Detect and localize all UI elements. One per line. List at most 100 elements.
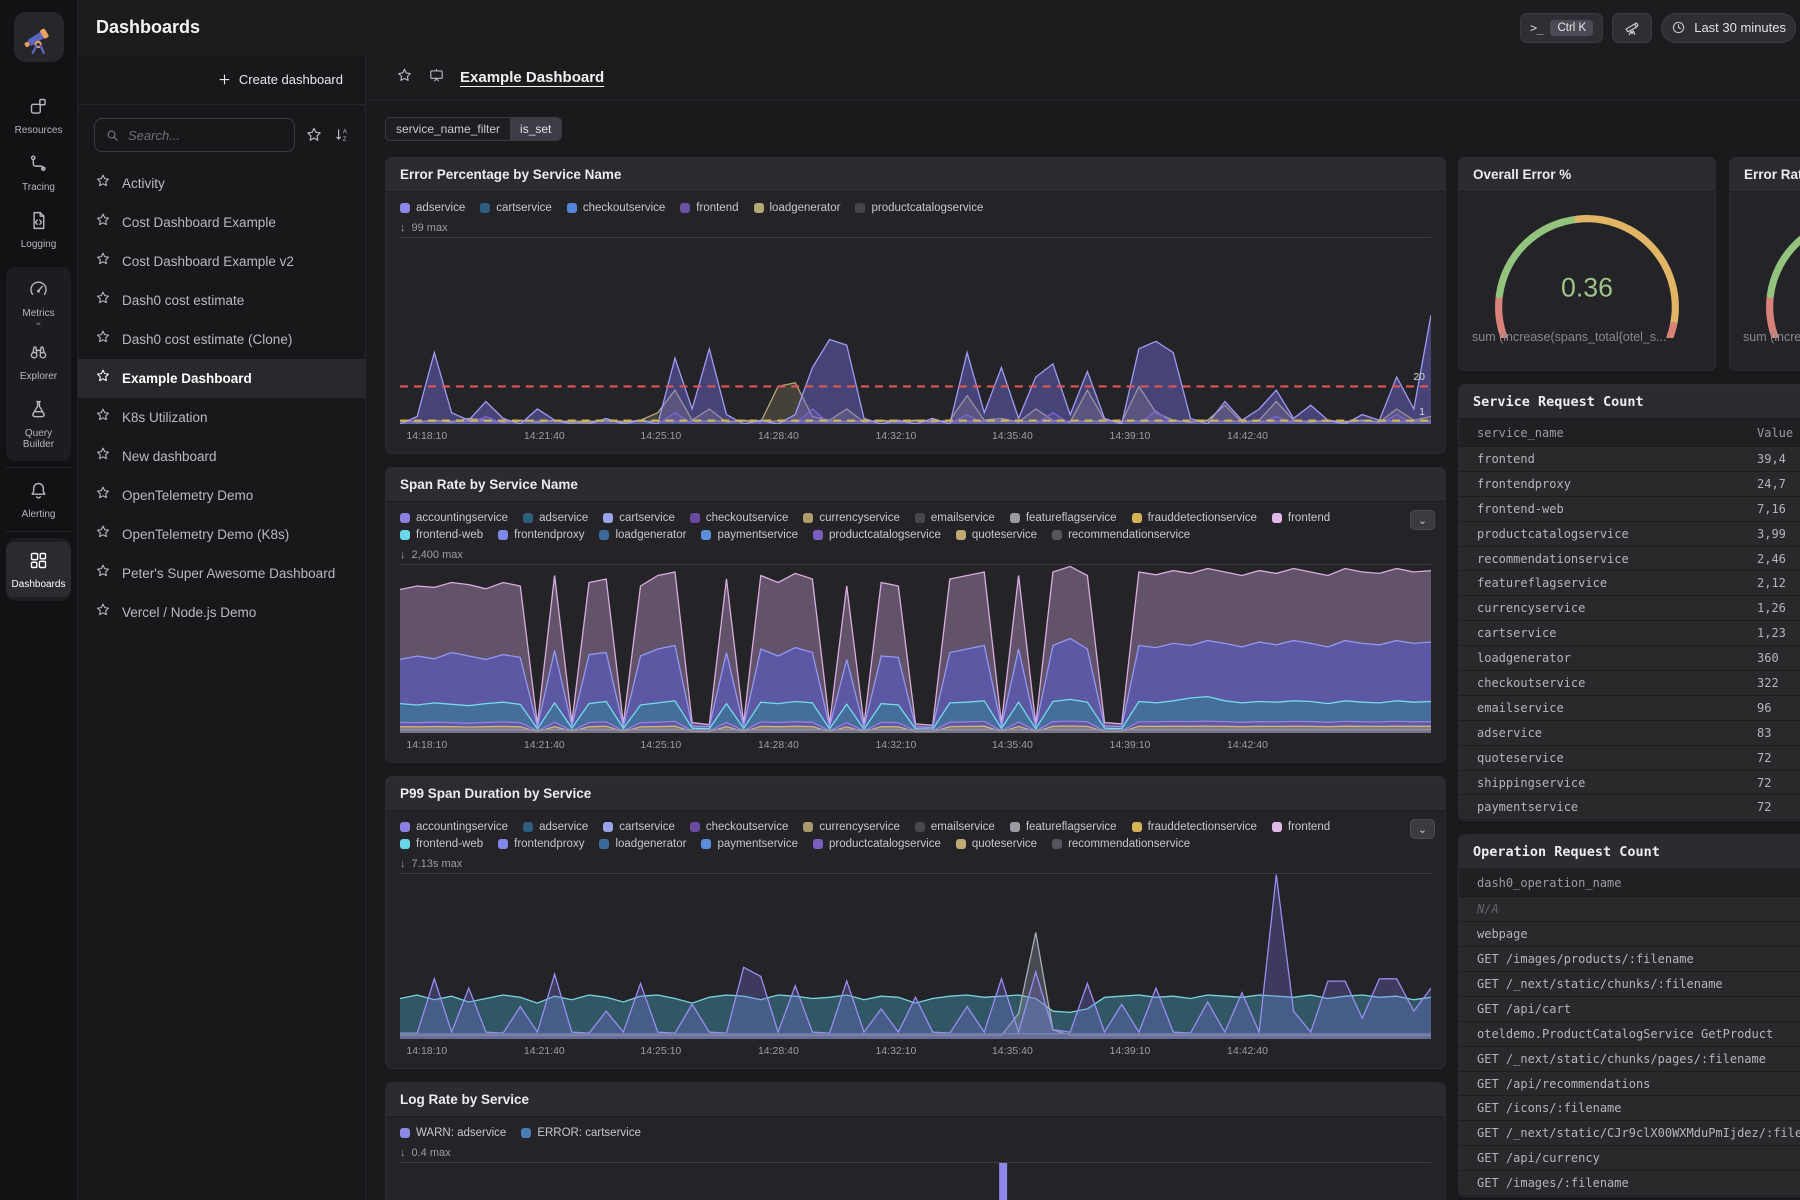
- legend-label: productcatalogservice: [829, 529, 941, 541]
- legend-item-checkoutservice[interactable]: checkoutservice: [690, 821, 788, 833]
- legend-item-adservice[interactable]: adservice: [400, 202, 465, 214]
- rail-item-explorer[interactable]: Explorer: [6, 334, 71, 389]
- filter-chip-service-name-filter[interactable]: service_name_filteris_set: [385, 117, 562, 141]
- legend-item-paymentservice[interactable]: paymentservice: [701, 529, 798, 541]
- dashboard-title[interactable]: Example Dashboard: [460, 69, 604, 86]
- chart-error-percentage-by-service-name[interactable]: 201: [400, 238, 1431, 424]
- telescope-button[interactable]: [1612, 13, 1652, 43]
- legend-item-frauddetectionservice[interactable]: frauddetectionservice: [1132, 512, 1257, 524]
- legend-item-paymentservice[interactable]: paymentservice: [701, 838, 798, 850]
- legend-item-frontend-web[interactable]: frontend-web: [400, 529, 483, 541]
- dash0-logo[interactable]: [14, 12, 64, 62]
- legend-item-frontend[interactable]: frontend: [1272, 512, 1330, 524]
- legend-item-featureflagservice[interactable]: featureflagservice: [1010, 821, 1117, 833]
- sidebar-item-cost-dashboard-example-v2[interactable]: Cost Dashboard Example v2: [78, 242, 365, 281]
- legend-item-recommendationservice[interactable]: recommendationservice: [1052, 529, 1190, 541]
- rail-item-logging[interactable]: Logging: [6, 202, 71, 257]
- cell-name: GET /icons/:filename: [1459, 1101, 1622, 1115]
- legend-item-featureflagservice[interactable]: featureflagservice: [1010, 512, 1117, 524]
- create-dashboard-button[interactable]: Create dashboard: [217, 72, 343, 87]
- panel-header-service-request-count[interactable]: Service Request Count: [1459, 385, 1800, 419]
- legend-item-quoteservice[interactable]: quoteservice: [956, 838, 1037, 850]
- rail-item-resources[interactable]: Resources: [6, 88, 71, 143]
- legend-swatch: [813, 839, 823, 849]
- sidebar-item-new-dashboard[interactable]: New dashboard: [78, 437, 365, 476]
- column-header[interactable]: dash0_operation_name: [1459, 876, 1622, 890]
- sidebar-item-cost-dashboard-example[interactable]: Cost Dashboard Example: [78, 203, 365, 242]
- legend-item-frontendproxy[interactable]: frontendproxy: [498, 838, 584, 850]
- rail-item-dashboards[interactable]: Dashboards: [6, 542, 71, 597]
- legend-item-frauddetectionservice[interactable]: frauddetectionservice: [1132, 821, 1257, 833]
- legend-swatch: [855, 203, 865, 213]
- legend-item-warn-adservice[interactable]: WARN: adservice: [400, 1127, 506, 1139]
- favorites-filter-button[interactable]: [305, 126, 323, 144]
- time-range-picker[interactable]: Last 30 minutes: [1661, 13, 1796, 43]
- legend-item-accountingservice[interactable]: accountingservice: [400, 512, 508, 524]
- legend-item-cartservice[interactable]: cartservice: [603, 821, 675, 833]
- legend-item-loadgenerator[interactable]: loadgenerator: [599, 529, 686, 541]
- legend-item-checkoutservice[interactable]: checkoutservice: [567, 202, 665, 214]
- legend-item-loadgenerator[interactable]: loadgenerator: [599, 838, 686, 850]
- legend-item-frontend[interactable]: frontend: [1272, 821, 1330, 833]
- legend-swatch: [915, 513, 925, 523]
- panel-header-log-rate-by-service[interactable]: Log Rate by Service: [386, 1083, 1445, 1117]
- legend-label: accountingservice: [416, 821, 508, 833]
- sidebar-item-activity[interactable]: Activity: [78, 164, 365, 203]
- sidebar-item-dash0-cost-estimate-clone[interactable]: Dash0 cost estimate (Clone): [78, 320, 365, 359]
- command-palette-button[interactable]: >_ Ctrl K: [1520, 13, 1603, 43]
- legend-item-emailservice[interactable]: emailservice: [915, 821, 995, 833]
- legend-item-loadgenerator[interactable]: loadgenerator: [754, 202, 841, 214]
- sidebar-item-opentelemetry-demo-k8s[interactable]: OpenTelemetry Demo (K8s): [78, 515, 365, 554]
- legend-item-frontendproxy[interactable]: frontendproxy: [498, 529, 584, 541]
- legend-item-adservice[interactable]: adservice: [523, 821, 588, 833]
- panel-header-operation-request-count[interactable]: Operation Request Count: [1459, 835, 1800, 869]
- legend-item-productcatalogservice[interactable]: productcatalogservice: [813, 838, 941, 850]
- chart-log-rate-by-service[interactable]: [400, 1163, 1431, 1200]
- rail-item-query-builder[interactable]: Query Builder: [6, 391, 71, 457]
- legend-item-accountingservice[interactable]: accountingservice: [400, 821, 508, 833]
- sidebar-item-vercel-node-js-demo[interactable]: Vercel / Node.js Demo: [78, 593, 365, 632]
- legend-swatch: [956, 530, 966, 540]
- legend-item-cartservice[interactable]: cartservice: [480, 202, 552, 214]
- filter-chip-value: is_set: [510, 118, 561, 140]
- legend-item-recommendationservice[interactable]: recommendationservice: [1052, 838, 1190, 850]
- legend-label: frontendproxy: [514, 838, 584, 850]
- legend-menu-button[interactable]: ⌄: [1410, 819, 1435, 839]
- legend-menu-button[interactable]: ⌄: [1410, 510, 1435, 530]
- legend-item-checkoutservice[interactable]: checkoutservice: [690, 512, 788, 524]
- search-box[interactable]: [94, 118, 295, 152]
- favorite-star-icon[interactable]: [396, 67, 413, 89]
- panel-header-span-rate-by-service-name[interactable]: Span Rate by Service Name: [386, 468, 1445, 502]
- legend-item-emailservice[interactable]: emailservice: [915, 512, 995, 524]
- legend-item-cartservice[interactable]: cartservice: [603, 512, 675, 524]
- rail-item-metrics[interactable]: Metrics⌄: [6, 271, 71, 332]
- legend-item-error-cartservice[interactable]: ERROR: cartservice: [521, 1127, 641, 1139]
- panel-header-error-rate[interactable]: Error Rate: [1730, 158, 1800, 192]
- panel-header-overall-error[interactable]: Overall Error %: [1459, 158, 1715, 192]
- panel-header-p99-span-duration-by-service[interactable]: P99 Span Duration by Service: [386, 777, 1445, 811]
- sort-button[interactable]: AZ: [333, 126, 351, 144]
- legend-item-frontend-web[interactable]: frontend-web: [400, 838, 483, 850]
- sidebar-item-dash0-cost-estimate[interactable]: Dash0 cost estimate: [78, 281, 365, 320]
- legend-item-productcatalogservice[interactable]: productcatalogservice: [855, 202, 983, 214]
- legend-item-currencyservice[interactable]: currencyservice: [803, 512, 900, 524]
- legend-item-adservice[interactable]: adservice: [523, 512, 588, 524]
- search-input[interactable]: [128, 128, 284, 143]
- rail-item-tracing[interactable]: Tracing: [6, 145, 71, 200]
- table-row: quoteservice72: [1459, 746, 1800, 771]
- rail-item-label: Alerting: [22, 509, 56, 520]
- chart-span-rate-by-service-name[interactable]: [400, 565, 1431, 733]
- legend-item-frontend[interactable]: frontend: [680, 202, 738, 214]
- legend-item-productcatalogservice[interactable]: productcatalogservice: [813, 529, 941, 541]
- legend-item-quoteservice[interactable]: quoteservice: [956, 529, 1037, 541]
- column-header[interactable]: Value: [1757, 426, 1793, 440]
- sidebar-item-opentelemetry-demo[interactable]: OpenTelemetry Demo: [78, 476, 365, 515]
- column-header[interactable]: service_name: [1459, 426, 1757, 440]
- rail-item-alerting[interactable]: Alerting: [6, 472, 71, 527]
- legend-item-currencyservice[interactable]: currencyservice: [803, 821, 900, 833]
- chart-p99-span-duration-by-service[interactable]: [400, 874, 1431, 1039]
- sidebar-item-peter-s-super-awesome-dashboard[interactable]: Peter's Super Awesome Dashboard: [78, 554, 365, 593]
- sidebar-item-k8s-utilization[interactable]: K8s Utilization: [78, 398, 365, 437]
- panel-header-error-percentage-by-service-name[interactable]: Error Percentage by Service Name: [386, 158, 1445, 192]
- sidebar-item-example-dashboard[interactable]: Example Dashboard: [78, 359, 365, 398]
